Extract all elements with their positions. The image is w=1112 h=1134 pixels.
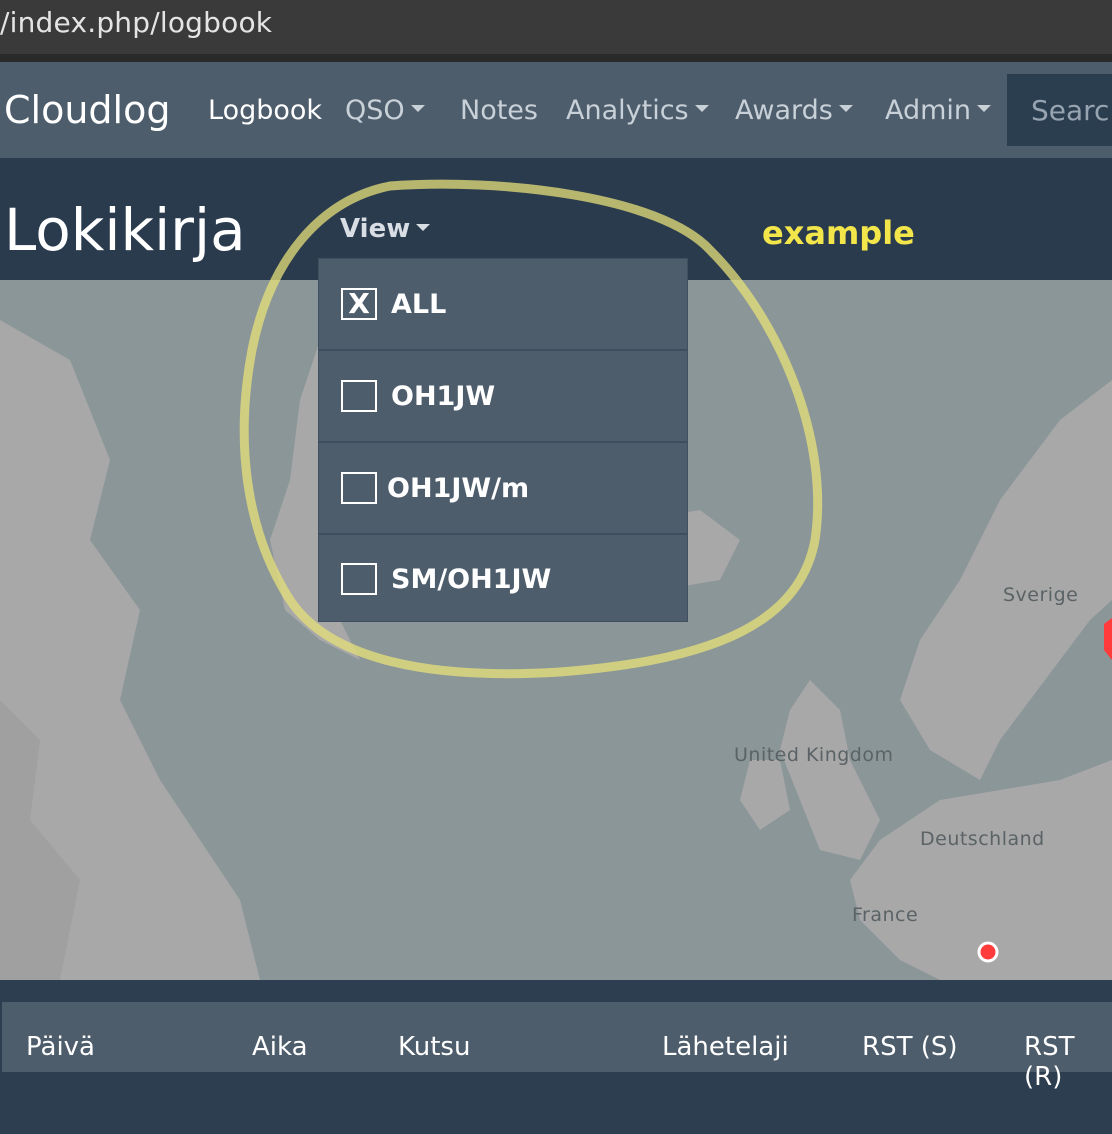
view-option-all[interactable]: X ALL [319, 259, 687, 351]
brand-logo-text[interactable]: Cloudlog [4, 88, 170, 132]
nav-qso-label: QSO [345, 95, 405, 126]
chevron-down-icon [410, 105, 425, 112]
column-header-date[interactable]: Päivä [26, 1032, 95, 1062]
checkbox-oh1jw-m[interactable] [341, 472, 377, 504]
nav-awards[interactable]: Awards [735, 95, 853, 126]
annotation-label: example [762, 214, 915, 252]
nav-admin[interactable]: Admin [885, 95, 992, 126]
nav-logbook-label: Logbook [208, 95, 323, 126]
nav-awards-label: Awards [735, 95, 833, 126]
map-label-uk: United Kingdom [734, 744, 894, 766]
logbook-table: Päivä Aika Kutsu Lähetelaji RST (S) RST … [0, 980, 1112, 1134]
search-input[interactable] [1007, 74, 1112, 146]
view-toggle-label: View [340, 214, 411, 244]
nav-notes[interactable]: Notes [460, 95, 538, 126]
nav-qso[interactable]: QSO [345, 95, 425, 126]
map-label-sverige: Sverige [1003, 584, 1079, 606]
top-navbar: Cloudlog Logbook QSO Notes Analytics Awa… [0, 62, 1112, 158]
checkbox-oh1jw[interactable] [341, 380, 377, 412]
nav-analytics[interactable]: Analytics [566, 95, 709, 126]
land-ireland [740, 760, 790, 830]
column-header-mode[interactable]: Lähetelaji [662, 1032, 789, 1062]
url-text[interactable]: /index.php/logbook [0, 6, 272, 39]
checkbox-sm-oh1jw[interactable] [341, 563, 377, 595]
view-dropdown-toggle[interactable]: View [340, 214, 431, 244]
column-header-time[interactable]: Aika [252, 1032, 308, 1062]
view-option-label: ALL [391, 288, 447, 320]
qso-marker [977, 941, 999, 963]
view-option-label: SM/OH1JW [391, 563, 552, 595]
view-option-oh1jw-m[interactable]: OH1JW/m [319, 443, 687, 535]
view-option-sm-oh1jw[interactable]: SM/OH1JW [319, 535, 687, 623]
map-label-deutschland: Deutschland [920, 828, 1045, 850]
column-header-call[interactable]: Kutsu [398, 1032, 470, 1062]
table-header-row: Päivä Aika Kutsu Lähetelaji RST (S) RST … [2, 1002, 1112, 1092]
nav-analytics-label: Analytics [566, 95, 689, 126]
column-header-rst-sent[interactable]: RST (S) [862, 1032, 958, 1062]
view-option-label: OH1JW [391, 380, 496, 412]
chevron-down-icon [977, 105, 992, 112]
nav-notes-label: Notes [460, 95, 538, 126]
chevron-down-icon [838, 105, 853, 112]
land-scandinavia [900, 380, 1112, 780]
checkbox-all[interactable]: X [341, 288, 377, 320]
nav-admin-label: Admin [885, 95, 972, 126]
land-uk [780, 680, 880, 860]
page-title: Lokikirja [4, 196, 246, 264]
qso-marker-cluster [1104, 618, 1112, 660]
view-dropdown-menu: X ALL OH1JW OH1JW/m SM/OH1JW [318, 258, 688, 622]
map-label-france: France [852, 904, 919, 926]
view-option-label: OH1JW/m [387, 472, 530, 504]
column-header-rst-received[interactable]: RST (R) [1024, 1032, 1112, 1092]
chevron-down-icon [694, 105, 709, 112]
browser-url-bar[interactable]: /index.php/logbook [0, 0, 1112, 62]
chevron-down-icon [416, 223, 431, 231]
view-option-oh1jw[interactable]: OH1JW [319, 351, 687, 443]
nav-logbook[interactable]: Logbook [208, 95, 322, 126]
